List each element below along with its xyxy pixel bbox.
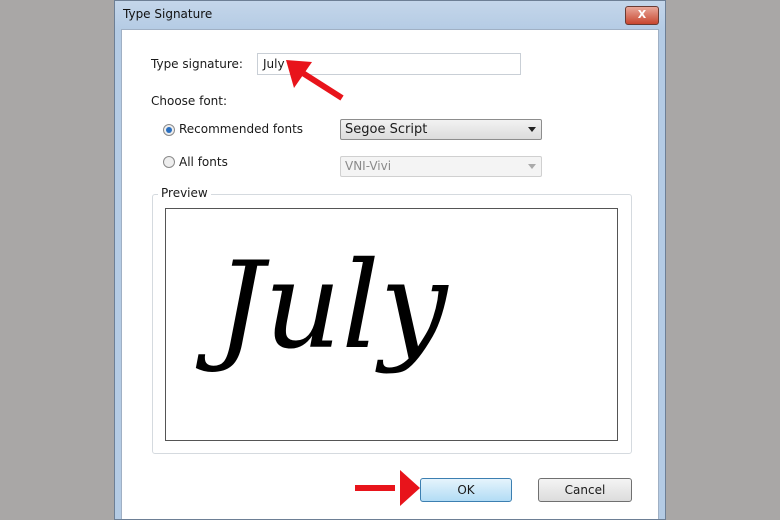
arrow-to-ok [355, 470, 420, 506]
annotation-arrows [286, 60, 420, 506]
arrow-to-input [286, 60, 344, 101]
